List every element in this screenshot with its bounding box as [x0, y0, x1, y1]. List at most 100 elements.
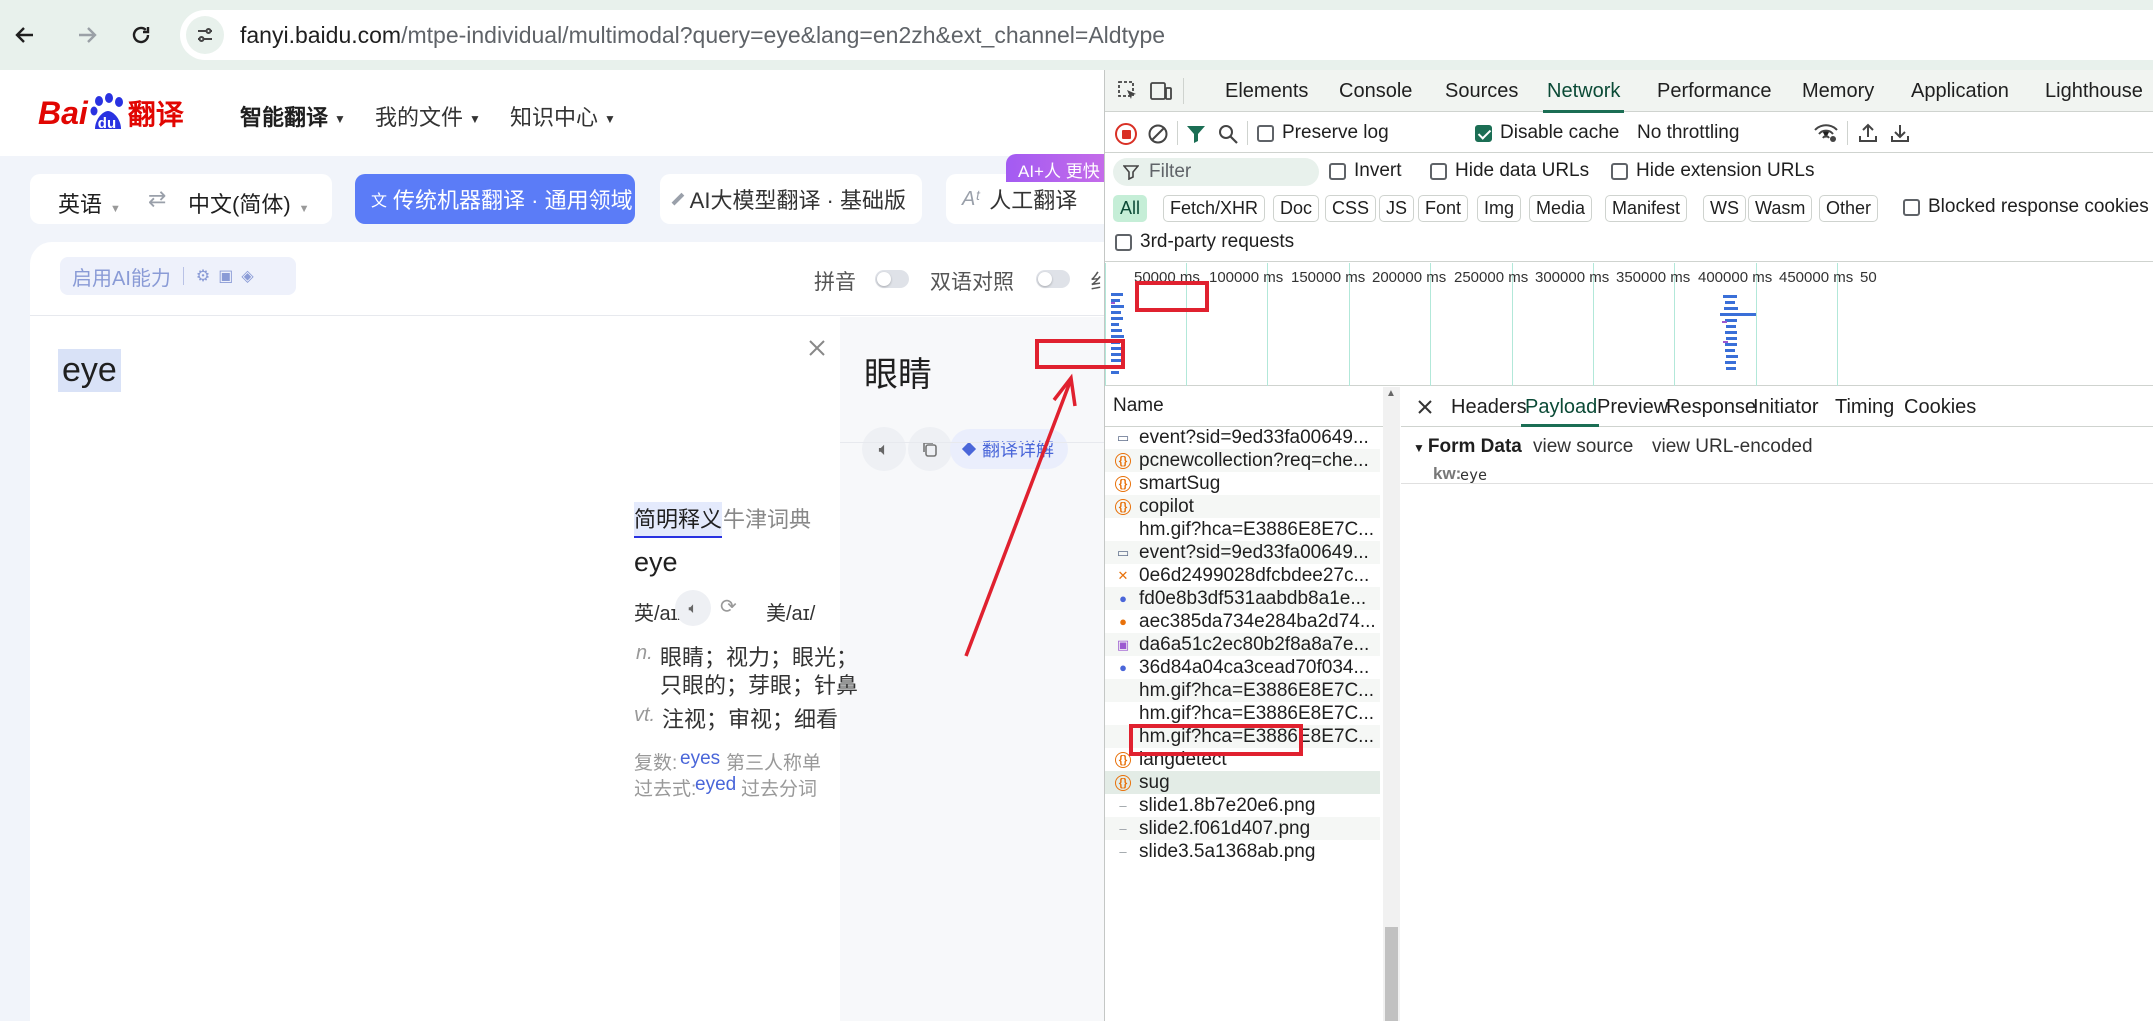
tab-initiator[interactable]: Initiator — [1753, 396, 1819, 419]
tab-sources[interactable]: Sources — [1445, 80, 1518, 103]
source-language[interactable]: 英语 ▼ — [58, 187, 121, 219]
nav-knowledge-center[interactable]: 知识中心 ▼ — [510, 100, 616, 132]
request-row[interactable]: {} smartSug — [1105, 472, 1380, 495]
scrollbar-thumb[interactable] — [1385, 927, 1398, 1021]
copy-result-button[interactable] — [908, 427, 952, 471]
scroll-up-icon[interactable]: ▲ — [1386, 389, 1397, 399]
request-row[interactable]: ● aec385da734e284ba2d74... — [1105, 610, 1380, 633]
speak-uk-button[interactable]: 🔈︎ — [675, 590, 711, 626]
clear-log-icon[interactable] — [1147, 123, 1169, 145]
tab-console[interactable]: Console — [1339, 80, 1412, 103]
chip-wasm[interactable]: Wasm — [1748, 195, 1813, 222]
target-language[interactable]: 中文(简体) ▼ — [188, 187, 310, 219]
form-plural[interactable]: eyes — [680, 748, 720, 770]
speak-result-button[interactable]: 🔈︎ — [862, 427, 906, 471]
inspect-element-icon[interactable] — [1117, 80, 1139, 102]
device-toolbar-icon[interactable] — [1149, 80, 1173, 102]
chip-img[interactable]: Img — [1477, 195, 1522, 222]
filter-input[interactable]: Filter — [1113, 158, 1319, 186]
reload-button[interactable] — [122, 16, 160, 54]
baidu-logo[interactable]: Bai du 翻译 — [38, 88, 184, 138]
nav-smart-translate[interactable]: 智能翻译 ▼ — [240, 100, 346, 132]
translation-detail-button[interactable]: 翻译详解 — [950, 429, 1068, 469]
preserve-log-checkbox[interactable]: Preserve log — [1257, 122, 1389, 144]
tab-headers[interactable]: Headers — [1451, 396, 1527, 419]
nav-my-files[interactable]: 我的文件 ▼ — [375, 100, 481, 132]
view-source-link[interactable]: view source — [1533, 436, 1633, 458]
request-row[interactable]: ● 36d84a04ca3cead70f034... — [1105, 656, 1380, 679]
request-row[interactable]: – slide3.5a1368ab.png — [1105, 840, 1380, 863]
request-list-scrollbar[interactable]: ▲ — [1383, 387, 1400, 1021]
hide-extension-urls-checkbox[interactable]: Hide extension URLs — [1611, 160, 1814, 182]
chip-all[interactable]: All — [1113, 195, 1148, 222]
tab-performance[interactable]: Performance — [1657, 80, 1772, 103]
swap-languages-icon[interactable]: ⇄ — [148, 186, 166, 212]
request-row[interactable]: hm.gif?hca=E3886E8E7C... — [1105, 679, 1380, 702]
chip-media[interactable]: Media — [1529, 195, 1593, 222]
url-text[interactable]: fanyi.baidu.com/mtpe-individual/multimod… — [240, 22, 1165, 49]
tab-response[interactable]: Response — [1666, 396, 1756, 419]
form-data-header[interactable]: ▼ Form Data — [1413, 436, 1522, 458]
enable-ai-ability[interactable]: 启用AI能力 ⚙▣◈ — [60, 257, 296, 295]
bilingual-toggle[interactable] — [1036, 270, 1070, 288]
request-row[interactable]: hm.gif?hca=E3886E8E7C... — [1105, 518, 1380, 541]
chip-js[interactable]: JS — [1379, 195, 1415, 222]
request-row[interactable]: – slide2.f061d407.png — [1105, 817, 1380, 840]
tab-network[interactable]: Network — [1543, 80, 1625, 113]
record-stop-icon[interactable] — [1115, 123, 1137, 145]
network-conditions-icon[interactable] — [1813, 122, 1839, 144]
mode-ai-llm[interactable]: AI大模型翻译 · 基础版 — [660, 174, 922, 224]
form-past[interactable]: eyed — [695, 774, 736, 796]
checkbox[interactable] — [1257, 124, 1274, 142]
request-row[interactable]: {} copilot — [1105, 495, 1380, 518]
export-har-icon[interactable] — [1889, 122, 1911, 144]
tab-application[interactable]: Application — [1911, 80, 2009, 103]
request-row[interactable]: – slide1.8b7e20e6.png — [1105, 794, 1380, 817]
request-row[interactable]: ▣ da6a51c2ec80b2f8a8a7e... — [1105, 633, 1380, 656]
slow-play-icon[interactable]: ⟳ — [720, 594, 737, 619]
back-button[interactable] — [6, 16, 44, 54]
invert-checkbox[interactable]: Invert — [1329, 160, 1402, 182]
third-party-requests-checkbox[interactable]: 3rd-party requests — [1115, 231, 1294, 253]
close-detail-icon[interactable] — [1417, 399, 1433, 415]
name-column-header[interactable]: Name ▲ — [1105, 387, 1400, 427]
mode-traditional-mt[interactable]: 文传统机器翻译 · 通用领域 — [355, 174, 635, 224]
disable-cache-checkbox[interactable]: Disable cache — [1475, 122, 1619, 144]
filter-funnel-icon[interactable] — [1185, 123, 1207, 145]
tab-payload[interactable]: Payload — [1525, 396, 1597, 419]
site-info-icon[interactable] — [186, 16, 224, 54]
tab-cookies[interactable]: Cookies — [1904, 396, 1976, 419]
request-row[interactable]: ▭ event?sid=9ed33fa00649... — [1105, 428, 1380, 449]
input-text[interactable]: eye — [58, 349, 121, 392]
chip-css[interactable]: CSS — [1325, 195, 1377, 222]
checkbox[interactable] — [1903, 198, 1920, 216]
chip-manifest[interactable]: Manifest — [1605, 195, 1688, 222]
tab-concise-definition[interactable]: 简明释义 — [634, 502, 723, 538]
hide-data-urls-checkbox[interactable]: Hide data URLs — [1430, 160, 1589, 182]
chip-font[interactable]: Font — [1418, 195, 1469, 222]
chip-fetch-xhr[interactable]: Fetch/XHR — [1163, 195, 1266, 222]
checkbox-checked[interactable] — [1475, 124, 1492, 142]
clear-input-icon[interactable] — [807, 338, 827, 358]
request-row[interactable]: ▭ event?sid=9ed33fa00649... — [1105, 541, 1380, 564]
throttling-select[interactable]: No throttling ▼ — [1637, 122, 1832, 144]
checkbox[interactable] — [1115, 233, 1132, 251]
search-icon[interactable] — [1217, 123, 1239, 145]
request-row[interactable]: ● fd0e8b3df531aabdb8a1e... — [1105, 587, 1380, 610]
request-row[interactable]: {} pcnewcollection?req=che... — [1105, 449, 1380, 472]
tab-lighthouse[interactable]: Lighthouse — [2045, 80, 2143, 103]
tab-preview[interactable]: Preview — [1597, 396, 1668, 419]
tab-timing[interactable]: Timing — [1835, 396, 1894, 419]
network-overview-timeline[interactable]: 50000 ms 100000 ms 150000 ms 200000 ms 2… — [1105, 263, 2153, 386]
tab-memory[interactable]: Memory — [1802, 80, 1874, 103]
tab-oxford-dictionary[interactable]: 牛津词典 — [723, 502, 811, 534]
request-row[interactable]: ✕ 0e6d2499028dfcbdee27c... — [1105, 564, 1380, 587]
address-bar[interactable]: fanyi.baidu.com/mtpe-individual/multimod… — [180, 10, 2153, 60]
chip-other[interactable]: Other — [1819, 195, 1879, 222]
checkbox[interactable] — [1611, 162, 1628, 180]
view-url-encoded-link[interactable]: view URL-encoded — [1652, 436, 1813, 458]
checkbox[interactable] — [1430, 162, 1447, 180]
chip-ws[interactable]: WS — [1703, 195, 1746, 222]
checkbox[interactable] — [1329, 162, 1346, 180]
blocked-response-cookies-checkbox[interactable]: Blocked response cookies — [1903, 196, 2149, 218]
